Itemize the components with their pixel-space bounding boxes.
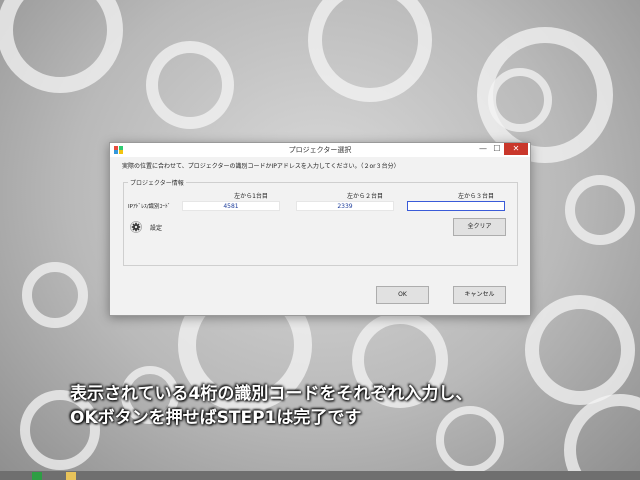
code-field-1[interactable] — [182, 201, 280, 211]
tutorial-caption: 表示されている4桁の識別コードをそれぞれ入力し、 OKボタンを押せばSTEP1は… — [70, 382, 630, 430]
instruction-text: 実際の位置に合わせて、プロジェクターの識別コードかIPアドレスを入力してください… — [122, 163, 400, 170]
dialog-titlebar: プロジェクター選択 — ☐ ✕ — [110, 143, 530, 157]
taskbar — [0, 471, 640, 480]
code-field-2[interactable] — [296, 201, 394, 211]
gear-icon[interactable] — [130, 221, 142, 233]
clear-all-button[interactable]: 全クリア — [453, 218, 506, 236]
ok-button[interactable]: OK — [376, 286, 429, 304]
cancel-button[interactable]: キャンセル — [453, 286, 506, 304]
taskbar-app-icon[interactable] — [32, 472, 42, 480]
close-button[interactable]: ✕ — [504, 143, 528, 155]
code-field-3[interactable] — [407, 201, 505, 211]
caption-line-2: OKボタンを押せばSTEP1は完了です — [70, 408, 362, 428]
column-label-3: 左から３台目 — [457, 193, 494, 200]
projector-select-dialog: プロジェクター選択 — ☐ ✕ 実際の位置に合わせて、プロジェクターの識別コード… — [109, 142, 531, 316]
group-label: プロジェクター情報 — [128, 178, 186, 187]
column-label-2: 左から２台目 — [346, 193, 383, 200]
folder-icon[interactable] — [66, 472, 76, 480]
caption-line-1: 表示されている4桁の識別コードをそれぞれ入力し、 — [70, 384, 473, 404]
code-row-label: IPｱﾄﾞﾚｽ/識別ｺｰﾄﾞ — [128, 204, 171, 210]
minimize-button[interactable]: — — [476, 143, 490, 155]
column-label-1: 左から1台目 — [234, 193, 268, 200]
settings-label[interactable]: 設定 — [150, 223, 162, 232]
dialog-title: プロジェクター選択 — [288, 146, 352, 154]
maximize-button[interactable]: ☐ — [490, 143, 504, 155]
